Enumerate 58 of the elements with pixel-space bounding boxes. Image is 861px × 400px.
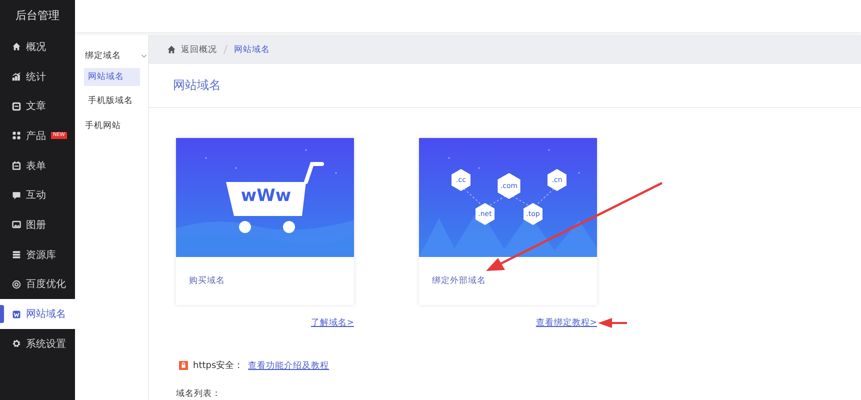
calendar-icon [12,161,21,170]
hexagon-shape [476,203,494,225]
card-title: 购买域名 [189,275,225,287]
sidebar-label: 系统设置 [26,338,66,351]
sidebar-label: 百度优化 [26,278,66,292]
option-card[interactable]: wWw 购买域名 [176,138,354,305]
sidebar-item[interactable]: 概况 [0,32,75,62]
section-label: 域名列表： [175,388,222,400]
chat-icon [12,190,21,200]
help-link[interactable]: 了解域名> [310,317,354,329]
annotation-arrow [598,318,627,328]
sidebar-item[interactable]: 网站域名 [0,299,75,329]
sidebar-label: 互动 [26,189,46,202]
sidebar-item[interactable]: 系统设置 [0,328,75,359]
sidebar-item[interactable]: 互动 [0,180,75,210]
sidebar-item[interactable]: 文章 [0,91,75,122]
nav-group-header[interactable]: 绑定域名 [75,47,147,65]
target-icon [12,280,21,289]
cart-label: wWw [240,186,292,206]
sidebar-item[interactable]: 图册 [0,210,75,240]
sidebar-item[interactable]: 统计 [0,62,75,92]
breadcrumb-link[interactable]: 返回概况 [181,44,217,56]
page-title: 网站域名 [173,77,221,94]
w-square-icon [12,310,21,319]
card-title: 绑定外部域名 [432,275,486,287]
hexagon-shape [524,203,542,225]
home-icon [12,42,21,52]
help-link[interactable]: 查看绑定教程> [536,317,597,329]
https-label: https安全： [193,360,244,372]
sidebar-label: 概况 [26,40,46,54]
app-title: 后台管理 [14,8,60,24]
tutorial-link[interactable]: 查看功能介绍及教程 [248,360,330,372]
sub-nav-item[interactable]: 网站域名 [84,68,140,86]
database-icon [12,250,21,260]
sidebar-item[interactable]: 百度优化 [0,270,75,300]
home-icon [167,45,176,54]
sidebar-item[interactable]: 表单 [0,150,75,180]
sidebar-label: 产品 [26,130,46,143]
document-icon [12,102,21,111]
sidebar-label: 网站域名 [26,308,66,322]
sidebar-item[interactable]: 资源库 [0,240,75,270]
sub-nav-item[interactable]: 手机网站 [75,115,121,137]
settings-icon [12,339,21,348]
lock-icon [179,361,188,370]
image-icon [12,220,21,230]
sidebar-label: 资源库 [26,248,56,262]
breadcrumb-link[interactable]: 网站域名 [234,44,270,56]
sub-nav-item[interactable]: 手机版域名 [84,92,140,110]
sidebar-label: 统计 [26,70,46,84]
hexagon-shape [548,169,566,191]
hexagon-shape [498,173,520,199]
grid-icon [12,131,21,140]
sidebar-label: 文章 [26,100,46,114]
sidebar-label: 表单 [26,160,46,173]
sidebar-label: 图册 [26,218,46,232]
chart-icon [12,72,21,82]
hexagon-shape [452,169,470,191]
caret-icon [141,54,147,58]
